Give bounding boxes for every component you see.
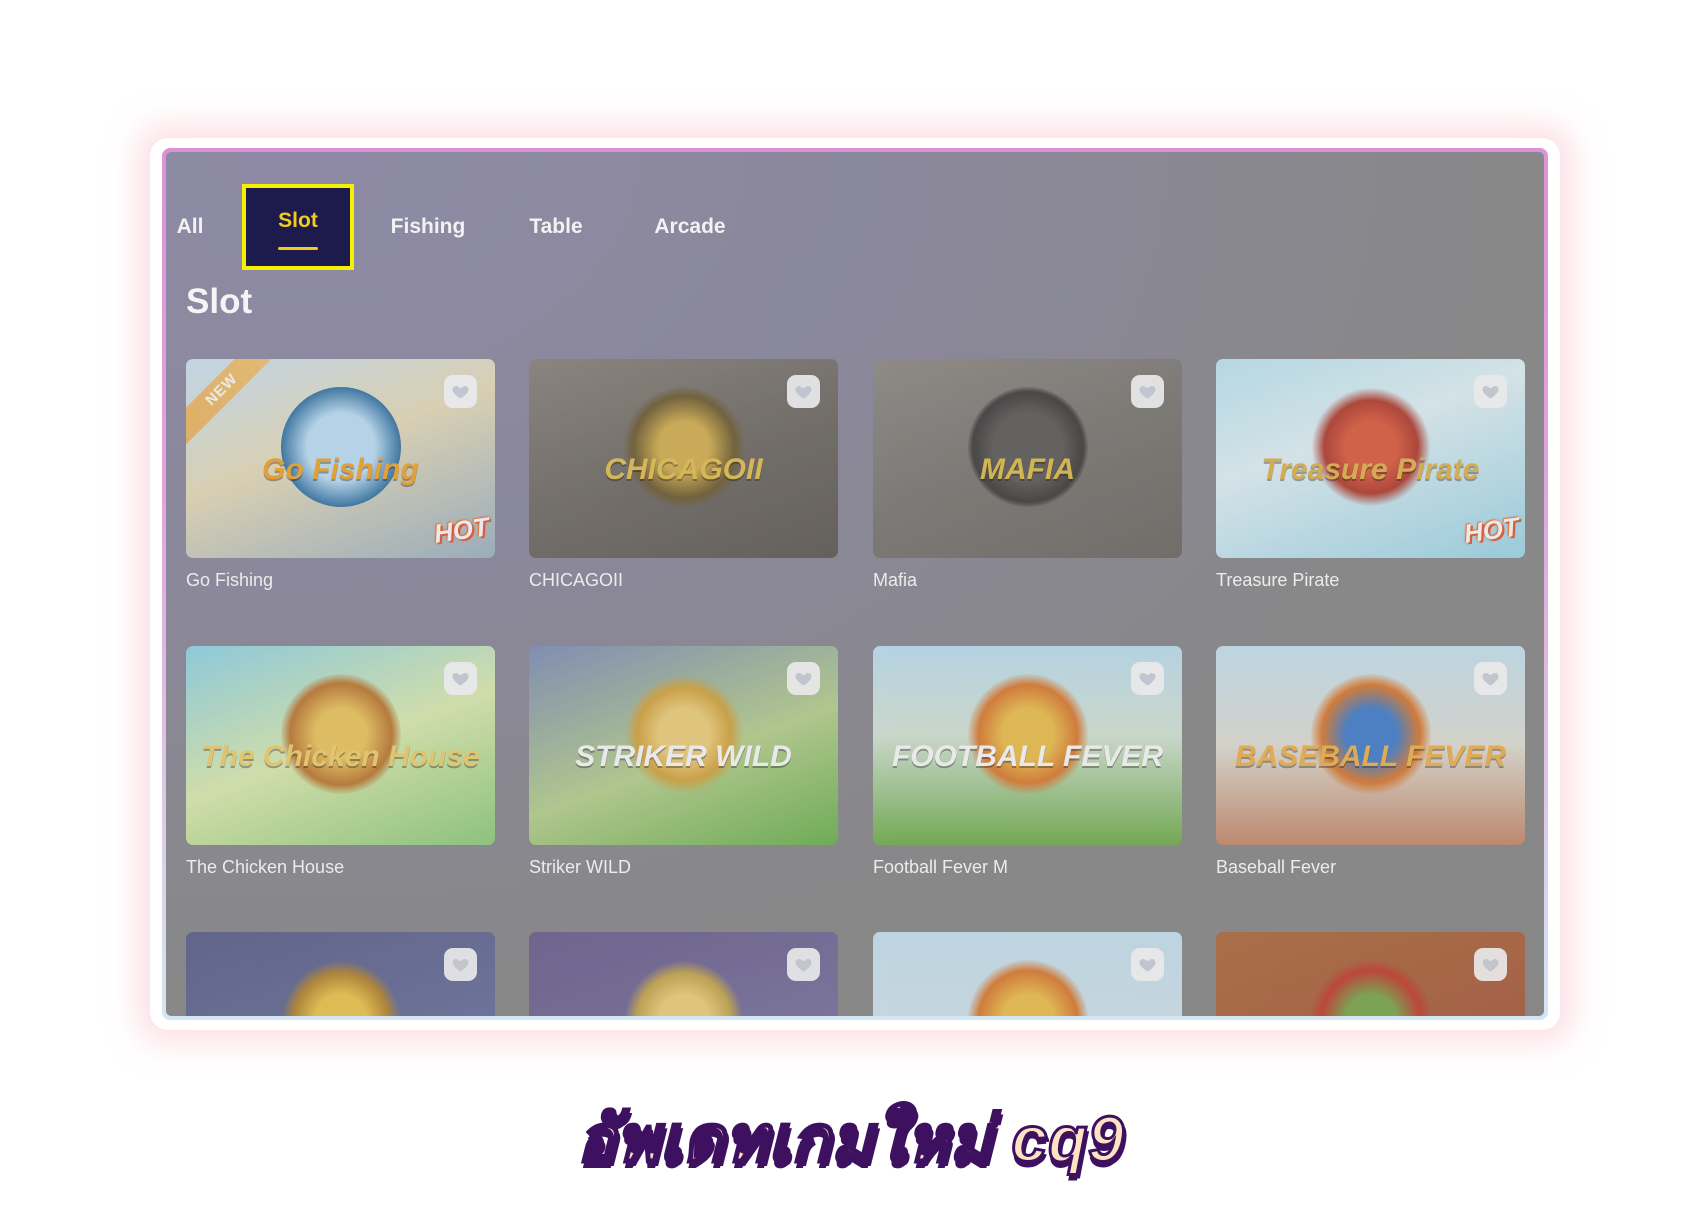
favorite-heart-button[interactable] [787,948,820,981]
tab-label: Table [529,215,583,238]
game-thumbnail[interactable] [1216,932,1525,1016]
game-card[interactable] [1216,932,1525,1016]
game-thumbnail[interactable]: Go Fishing NEW HOT [186,359,495,558]
game-artwork [623,959,744,1016]
game-card[interactable]: Treasure Pirate HOT Treasure Pirate [1216,359,1525,592]
game-thumbnail[interactable]: The Chicken House [186,646,495,845]
tab-label: All [176,215,204,238]
new-badge-text: NEW [186,359,272,445]
new-badge: NEW [186,359,272,445]
favorite-heart-button[interactable] [1474,948,1507,981]
favorite-heart-button[interactable] [1474,662,1507,695]
game-card[interactable]: BASEBALL FEVER Baseball Fever [1216,646,1525,879]
heart-icon [1138,382,1157,401]
game-artwork [1310,959,1431,1016]
heart-icon [1481,382,1500,401]
game-name[interactable]: Baseball Fever [1216,855,1525,879]
heart-icon [1481,955,1500,974]
game-thumbnail[interactable]: FOOTBALL FEVER [873,646,1182,845]
game-card[interactable] [529,932,838,1016]
game-thumbnail[interactable]: STRIKER WILD [529,646,838,845]
game-artwork [967,959,1088,1016]
game-name[interactable]: Treasure Pirate [1216,568,1525,592]
heart-icon [451,955,470,974]
heart-icon [451,382,470,401]
game-artwork [1310,386,1431,507]
game-artwork [1310,673,1431,794]
heart-icon [794,669,813,688]
game-thumbnail[interactable] [186,932,495,1016]
game-name[interactable]: Go Fishing [186,568,495,592]
tab-fishing[interactable]: Fishing [378,184,478,270]
game-artwork [967,386,1088,507]
game-thumbnail[interactable]: Treasure Pirate HOT [1216,359,1525,558]
game-card[interactable]: FOOTBALL FEVER Football Fever M [873,646,1182,879]
game-thumbnail[interactable] [873,932,1182,1016]
game-card[interactable]: Go Fishing NEW HOT Go Fishing [186,359,495,592]
game-thumbnail[interactable]: CHICAGOII [529,359,838,558]
tab-slot[interactable]: Slot [242,184,354,270]
tab-label: Fishing [390,215,466,238]
favorite-heart-button[interactable] [1474,375,1507,408]
favorite-heart-button[interactable] [444,948,477,981]
game-logo-text: BASEBALL FEVER [1234,740,1507,774]
game-card[interactable]: The Chicken House The Chicken House [186,646,495,879]
tab-label: Slot [278,209,318,232]
favorite-heart-button[interactable] [1131,375,1164,408]
game-logo-text: Go Fishing [262,453,419,487]
game-thumbnail[interactable]: BASEBALL FEVER [1216,646,1525,845]
favorite-heart-button[interactable] [444,375,477,408]
favorite-heart-button[interactable] [787,375,820,408]
game-name[interactable]: Football Fever M [873,855,1182,879]
category-tabs: All Slot Fishing Table Arcade [166,152,1544,272]
game-name[interactable]: Striker WILD [529,855,838,879]
game-thumbnail[interactable] [529,932,838,1016]
game-lobby-panel: All Slot Fishing Table Arcade Slot Go Fi… [166,152,1544,1016]
heart-icon [1138,955,1157,974]
tab-label: Arcade [654,215,726,238]
hot-badge: HOT [1462,511,1521,549]
favorite-heart-button[interactable] [1131,948,1164,981]
game-thumbnail[interactable]: MAFIA [873,359,1182,558]
heart-icon [1138,669,1157,688]
heart-icon [794,382,813,401]
game-name[interactable]: The Chicken House [186,855,495,879]
page-title: อัพเดทเกมใหม่ cq9 [576,1102,1126,1177]
game-name[interactable]: Mafia [873,568,1182,592]
favorite-heart-button[interactable] [444,662,477,695]
game-artwork [623,673,744,794]
game-logo-text: CHICAGOII [604,453,763,487]
tab-table[interactable]: Table [516,184,596,270]
game-artwork [967,673,1088,794]
game-card[interactable]: CHICAGOII CHICAGOII [529,359,838,592]
game-name[interactable]: CHICAGOII [529,568,838,592]
game-logo-text: Treasure Pirate [1261,453,1480,487]
tab-arcade[interactable]: Arcade [640,184,740,270]
game-card[interactable] [186,932,495,1016]
game-card[interactable]: STRIKER WILD Striker WILD [529,646,838,879]
game-artwork [623,386,744,507]
game-artwork [280,959,401,1016]
game-artwork [280,386,401,507]
hot-badge: HOT [432,511,491,549]
game-artwork [280,673,401,794]
game-card[interactable] [873,932,1182,1016]
game-logo-text: STRIKER WILD [575,740,792,774]
favorite-heart-button[interactable] [787,662,820,695]
tab-all[interactable]: All [170,184,210,270]
game-logo-text: The Chicken House [201,740,480,774]
section-title: Slot [186,282,253,321]
active-tab-underline [278,247,318,250]
heart-icon [794,955,813,974]
heart-icon [1481,669,1500,688]
game-card[interactable]: MAFIA Mafia [873,359,1182,592]
heart-icon [451,669,470,688]
favorite-heart-button[interactable] [1131,662,1164,695]
game-logo-text: FOOTBALL FEVER [891,740,1164,774]
game-logo-text: MAFIA [980,453,1075,487]
